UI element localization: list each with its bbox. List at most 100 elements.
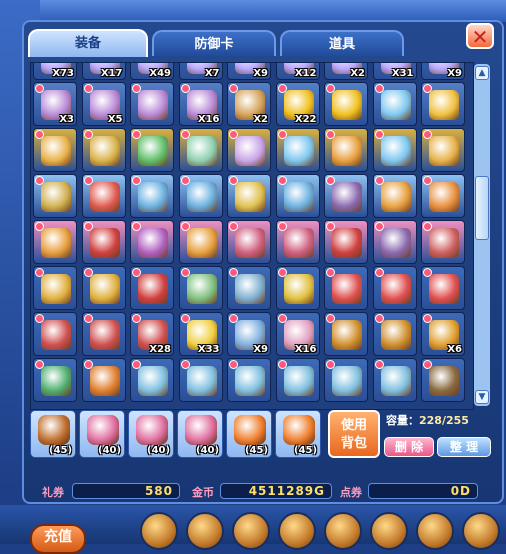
inventory-slot[interactable] <box>372 128 417 172</box>
inventory-slot[interactable] <box>81 174 126 218</box>
inventory-slot[interactable]: X2 <box>324 63 368 80</box>
toolbar-settings-icon[interactable] <box>416 512 454 550</box>
recharge-button[interactable]: 充值 <box>30 524 86 554</box>
inventory-slot[interactable]: X9 <box>227 63 271 80</box>
inventory-slot[interactable] <box>178 174 223 218</box>
inventory-slot[interactable] <box>372 266 417 310</box>
inventory-slot[interactable] <box>81 266 126 310</box>
inventory-slot[interactable] <box>227 174 271 218</box>
toolbar-shop-icon[interactable] <box>232 512 270 550</box>
inventory-slot[interactable] <box>275 128 320 172</box>
inventory-slot[interactable] <box>178 266 223 310</box>
inventory-slot[interactable] <box>81 220 126 264</box>
toolbar-guild-icon[interactable] <box>370 512 408 550</box>
equipped-slot[interactable]: (40) <box>79 410 125 458</box>
inventory-slot[interactable] <box>372 82 417 126</box>
scrollbar[interactable]: ▲ ▼ <box>474 64 490 406</box>
toolbar-friend-icon[interactable] <box>324 512 362 550</box>
inventory-slot[interactable] <box>421 266 465 310</box>
inventory-slot[interactable] <box>33 128 77 172</box>
inventory-slot[interactable]: X16 <box>275 312 320 356</box>
inventory-slot[interactable]: X3 <box>33 82 77 126</box>
tab-equipment[interactable]: 装备 <box>28 29 148 57</box>
inventory-slot[interactable] <box>372 220 417 264</box>
inventory-slot[interactable] <box>324 128 368 172</box>
toolbar-mail-icon[interactable] <box>278 512 316 550</box>
inventory-slot[interactable] <box>372 312 417 356</box>
inventory-slot[interactable] <box>421 82 465 126</box>
inventory-slot[interactable] <box>324 82 368 126</box>
inventory-slot[interactable]: X12 <box>275 63 320 80</box>
item-icon <box>332 320 362 350</box>
inventory-slot[interactable] <box>33 220 77 264</box>
toolbar-exit-icon[interactable] <box>462 512 500 550</box>
inventory-slot[interactable]: X73 <box>33 63 77 80</box>
inventory-slot[interactable] <box>372 358 417 402</box>
inventory-slot[interactable]: X49 <box>130 63 174 80</box>
inventory-slot[interactable] <box>178 128 223 172</box>
inventory-slot[interactable]: X31 <box>372 63 417 80</box>
inventory-slot[interactable] <box>324 220 368 264</box>
inventory-slot[interactable] <box>81 128 126 172</box>
inventory-slot[interactable] <box>421 220 465 264</box>
inventory-slot[interactable] <box>130 82 174 126</box>
inventory-slot[interactable] <box>178 358 223 402</box>
inventory-slot[interactable] <box>421 174 465 218</box>
inventory-slot[interactable] <box>324 358 368 402</box>
scroll-down-icon[interactable]: ▼ <box>475 390 489 404</box>
inventory-slot[interactable]: X9 <box>227 312 271 356</box>
sort-button[interactable]: 整 理 <box>437 437 491 457</box>
inventory-slot[interactable] <box>324 174 368 218</box>
inventory-slot[interactable] <box>421 358 465 402</box>
inventory-slot[interactable] <box>81 312 126 356</box>
inventory-slot[interactable] <box>227 220 271 264</box>
inventory-slot[interactable] <box>324 266 368 310</box>
inventory-slot[interactable] <box>130 128 174 172</box>
inventory-slot[interactable] <box>130 174 174 218</box>
equipped-slot[interactable]: (45) <box>275 410 321 458</box>
delete-button[interactable]: 删 除 <box>384 437 434 457</box>
inventory-slot[interactable] <box>130 266 174 310</box>
inventory-slot[interactable] <box>227 358 271 402</box>
scroll-thumb[interactable] <box>475 176 489 240</box>
inventory-slot[interactable] <box>275 358 320 402</box>
inventory-slot[interactable]: X5 <box>81 82 126 126</box>
toolbar-pet-icon[interactable] <box>186 512 224 550</box>
use-bag-button[interactable]: 使用 背包 <box>328 410 380 458</box>
item-icon <box>429 136 459 166</box>
inventory-slot[interactable] <box>33 266 77 310</box>
inventory-slot[interactable]: X33 <box>178 312 223 356</box>
inventory-slot[interactable]: X2 <box>227 82 271 126</box>
inventory-slot[interactable] <box>33 358 77 402</box>
inventory-slot[interactable] <box>227 128 271 172</box>
scroll-up-icon[interactable]: ▲ <box>475 66 489 80</box>
inventory-slot[interactable]: X16 <box>178 82 223 126</box>
inventory-slot[interactable] <box>81 358 126 402</box>
inventory-slot[interactable] <box>33 174 77 218</box>
close-button[interactable]: ✕ <box>466 23 494 49</box>
inventory-slot[interactable] <box>372 174 417 218</box>
equipped-slot[interactable]: (45) <box>226 410 272 458</box>
inventory-slot[interactable] <box>275 220 320 264</box>
inventory-slot[interactable]: X17 <box>81 63 126 80</box>
inventory-slot[interactable]: X28 <box>130 312 174 356</box>
inventory-slot[interactable] <box>324 312 368 356</box>
tab-items[interactable]: 道具 <box>280 30 404 56</box>
toolbar-hero-icon[interactable] <box>140 512 178 550</box>
inventory-slot[interactable] <box>275 266 320 310</box>
inventory-slot[interactable] <box>130 358 174 402</box>
inventory-slot[interactable] <box>130 220 174 264</box>
inventory-slot[interactable] <box>227 266 271 310</box>
inventory-slot[interactable] <box>33 312 77 356</box>
inventory-slot[interactable]: X9 <box>421 63 465 80</box>
inventory-slot[interactable]: X6 <box>421 312 465 356</box>
inventory-slot[interactable] <box>421 128 465 172</box>
equipped-slot[interactable]: (40) <box>177 410 223 458</box>
inventory-slot[interactable] <box>275 174 320 218</box>
inventory-slot[interactable]: X22 <box>275 82 320 126</box>
tab-defense-card[interactable]: 防御卡 <box>152 30 276 56</box>
equipped-slot[interactable]: (40) <box>128 410 174 458</box>
inventory-slot[interactable]: X7 <box>178 63 223 80</box>
equipped-slot[interactable]: (45) <box>30 410 76 458</box>
inventory-slot[interactable] <box>178 220 223 264</box>
